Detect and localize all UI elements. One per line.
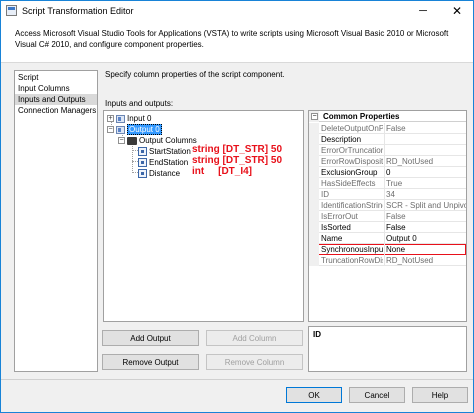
nav-item-connection-managers[interactable]: Connection Managers <box>15 105 97 116</box>
property-description-pane: ID <box>308 326 467 372</box>
window-app-icon <box>6 5 17 16</box>
collapse-minus-icon[interactable]: − <box>118 137 125 144</box>
property-name: ExclusionGroup <box>321 168 378 177</box>
property-value[interactable]: 0 <box>386 168 466 177</box>
property-row[interactable]: IsErrorOut False <box>309 211 466 222</box>
remove-output-button[interactable]: Remove Output <box>102 354 199 370</box>
output-icon <box>116 125 125 134</box>
property-name: SynchronousInputID <box>321 245 383 254</box>
property-row[interactable]: IsSorted False <box>309 222 466 233</box>
property-value[interactable]: RD_NotUsed <box>386 256 466 265</box>
property-name: DeleteOutputOnPathDetached <box>321 124 383 133</box>
property-value[interactable]: None <box>386 245 466 254</box>
nav-item-inputs-and-outputs[interactable]: Inputs and Outputs <box>15 94 97 105</box>
input-icon <box>116 114 125 123</box>
nav-item-script[interactable]: Script <box>15 72 97 83</box>
ok-button[interactable]: OK <box>286 387 342 403</box>
add-output-button[interactable]: Add Output <box>102 330 199 346</box>
property-value[interactable]: False <box>386 212 466 221</box>
property-name: Name <box>321 234 343 243</box>
property-row[interactable]: Name Output 0 <box>309 233 466 244</box>
property-row[interactable]: ID 34 <box>309 189 466 200</box>
tree-node-output[interactable]: − Output 0 <box>107 124 162 135</box>
property-row-highlighted[interactable]: SynchronousInputID None <box>309 244 466 255</box>
column-name: EndStation <box>149 158 189 167</box>
property-row[interactable]: Description <box>309 134 466 145</box>
property-category-label: Common Properties <box>323 112 400 121</box>
property-row[interactable]: ErrorRowDisposition RD_NotUsed <box>309 156 466 167</box>
column-icon <box>138 169 147 178</box>
column-name: Distance <box>149 169 181 178</box>
page-navigation-list: Script Input Columns Inputs and Outputs … <box>14 70 98 372</box>
property-value[interactable]: True <box>386 179 466 188</box>
nav-item-input-columns[interactable]: Input Columns <box>15 83 97 94</box>
tree-node-label-selected: Output 0 <box>127 124 162 135</box>
script-transformation-editor-window: Script Transformation Editor ─ ✕ Access … <box>0 0 474 413</box>
tree-node-output-columns[interactable]: − Output Columns <box>118 135 197 146</box>
add-column-button[interactable]: Add Column <box>206 330 303 346</box>
header-panel: Access Microsoft Visual Studio Tools for… <box>1 21 473 63</box>
property-value[interactable]: SCR - Split and Unpivot.Outputs[Output 0… <box>386 201 466 210</box>
property-value[interactable]: RD_NotUsed <box>386 157 466 166</box>
tree-connector <box>132 143 133 173</box>
property-grid[interactable]: − Common Properties DeleteOutputOnPathDe… <box>308 110 467 322</box>
collapse-minus-icon[interactable]: − <box>311 113 318 120</box>
property-row[interactable]: DeleteOutputOnPathDetached False <box>309 123 466 134</box>
property-value[interactable]: False <box>386 223 466 232</box>
cancel-button[interactable]: Cancel <box>349 387 405 403</box>
help-button[interactable]: Help <box>412 387 468 403</box>
inputs-outputs-tree[interactable]: + Input 0 − Output 0 − Output Columns St… <box>103 110 304 322</box>
property-row[interactable]: ExclusionGroup 0 <box>309 167 466 178</box>
header-description: Access Microsoft Visual Studio Tools for… <box>15 29 449 49</box>
close-icon[interactable]: ✕ <box>443 1 471 21</box>
expand-plus-icon[interactable]: + <box>107 115 114 122</box>
tree-node-column[interactable]: EndStation <box>138 157 188 168</box>
property-name: ErrorOrTruncationOperation <box>321 146 383 155</box>
property-name: HasSideEffects <box>321 179 376 188</box>
property-category-header[interactable]: − Common Properties <box>309 111 466 122</box>
title-bar[interactable]: Script Transformation Editor ─ ✕ <box>1 1 473 21</box>
tree-node-column[interactable]: StartStation <box>138 146 191 157</box>
property-name: IsErrorOut <box>321 212 358 221</box>
property-name: IsSorted <box>321 223 351 232</box>
column-icon <box>138 158 147 167</box>
property-name: ErrorRowDisposition <box>321 157 383 166</box>
footer-separator <box>1 379 473 380</box>
property-name: ID <box>321 190 329 199</box>
remove-column-button[interactable]: Remove Column <box>206 354 303 370</box>
property-description-title: ID <box>313 330 321 339</box>
minimize-icon[interactable]: ─ <box>409 1 437 21</box>
column-type-annotation: string [DT_STR] 50 <box>192 144 283 155</box>
property-value[interactable]: False <box>386 124 466 133</box>
property-value[interactable]: 34 <box>386 190 466 199</box>
property-row[interactable]: HasSideEffects True <box>309 178 466 189</box>
property-row[interactable]: TruncationRowDisposition RD_NotUsed <box>309 255 466 266</box>
tree-node-column[interactable]: Distance <box>138 168 180 179</box>
tree-node-label: Input 0 <box>127 114 152 123</box>
column-name: StartStation <box>149 147 191 156</box>
column-icon <box>138 147 147 156</box>
tree-node-input[interactable]: + Input 0 <box>107 113 151 124</box>
property-name: TruncationRowDisposition <box>321 256 383 265</box>
property-name: IdentificationString <box>321 201 383 210</box>
collapse-minus-icon[interactable]: − <box>107 126 114 133</box>
property-row[interactable]: IdentificationString SCR - Split and Unp… <box>309 200 466 211</box>
property-value[interactable]: Output 0 <box>386 234 466 243</box>
column-type-annotation: int [DT_I4] <box>192 166 252 177</box>
window-title: Script Transformation Editor <box>22 6 134 16</box>
property-name: Description <box>321 135 362 144</box>
tree-node-label: Output Columns <box>139 136 197 145</box>
page-description: Specify column properties of the script … <box>105 70 285 79</box>
inputs-outputs-label: Inputs and outputs: <box>105 99 174 108</box>
column-type-annotation: string [DT_STR] 50 <box>192 155 283 166</box>
property-row[interactable]: ErrorOrTruncationOperation <box>309 145 466 156</box>
folder-icon <box>127 136 137 145</box>
